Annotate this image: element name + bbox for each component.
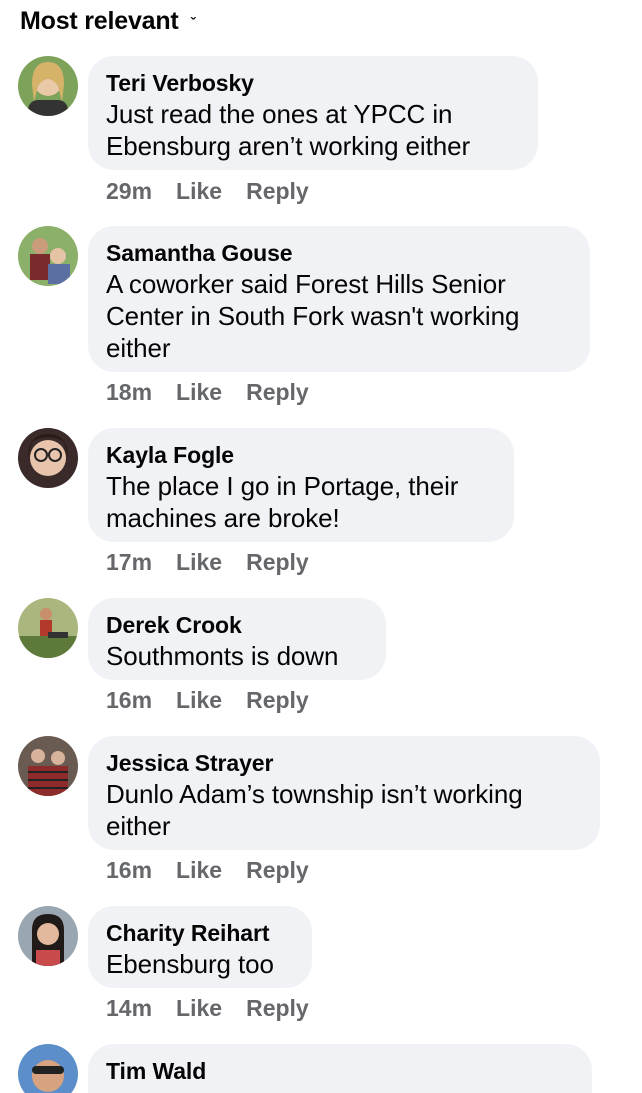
comment-text-line: Ebensburg aren’t working either bbox=[106, 131, 470, 161]
comment-author[interactable]: Tim Wald bbox=[106, 1056, 574, 1086]
reply-button[interactable]: Reply bbox=[246, 549, 309, 576]
avatar[interactable] bbox=[18, 1044, 78, 1093]
reply-button[interactable]: Reply bbox=[246, 995, 309, 1022]
comment-author[interactable]: Teri Verbosky bbox=[106, 68, 520, 98]
comment-text-line: A coworker said Forest Hills Senior bbox=[106, 269, 506, 299]
chevron-down-icon: ˇ bbox=[190, 14, 196, 32]
comment-text-line: Center in South Fork wasn't working bbox=[106, 301, 520, 331]
like-button[interactable]: Like bbox=[176, 379, 222, 406]
like-button[interactable]: Like bbox=[176, 995, 222, 1022]
avatar[interactable] bbox=[18, 428, 78, 488]
comment-text-line: Dunlo Adam’s township isn’t working bbox=[106, 779, 523, 809]
comment-actions: 16m Like Reply bbox=[106, 857, 309, 884]
avatar[interactable] bbox=[18, 56, 78, 116]
comment-author[interactable]: Charity Reihart bbox=[106, 918, 294, 948]
like-button[interactable]: Like bbox=[176, 687, 222, 714]
comment-timestamp[interactable]: 16m bbox=[106, 687, 152, 714]
comment-bubble: Jessica Strayer Dunlo Adam’s township is… bbox=[88, 736, 600, 850]
comment-bubble: Teri Verbosky Just read the ones at YPCC… bbox=[88, 56, 538, 170]
comment-timestamp[interactable]: 17m bbox=[106, 549, 152, 576]
comment-timestamp[interactable]: 16m bbox=[106, 857, 152, 884]
comment-actions: 29m Like Reply bbox=[106, 178, 309, 205]
comment-actions: 17m Like Reply bbox=[106, 549, 309, 576]
comment-bubble: Charity Reihart Ebensburg too bbox=[88, 906, 312, 988]
comment-actions: 18m Like Reply bbox=[106, 379, 309, 406]
avatar[interactable] bbox=[18, 736, 78, 796]
reply-button[interactable]: Reply bbox=[246, 857, 309, 884]
avatar[interactable] bbox=[18, 906, 78, 966]
comment-author[interactable]: Derek Crook bbox=[106, 610, 368, 640]
comment-author[interactable]: Samantha Gouse bbox=[106, 238, 572, 268]
comment-author[interactable]: Kayla Fogle bbox=[106, 440, 496, 470]
reply-button[interactable]: Reply bbox=[246, 178, 309, 205]
comment-text-line: machines are broke! bbox=[106, 503, 340, 533]
like-button[interactable]: Like bbox=[176, 178, 222, 205]
comment-bubble: Tim Wald bbox=[88, 1044, 592, 1093]
comment-timestamp[interactable]: 29m bbox=[106, 178, 152, 205]
comment-actions: 14m Like Reply bbox=[106, 995, 309, 1022]
comment-actions: 16m Like Reply bbox=[106, 687, 309, 714]
comment-timestamp[interactable]: 14m bbox=[106, 995, 152, 1022]
like-button[interactable]: Like bbox=[176, 857, 222, 884]
comment-text-line: Just read the ones at YPCC in bbox=[106, 99, 453, 129]
reply-button[interactable]: Reply bbox=[246, 687, 309, 714]
sort-label: Most relevant bbox=[20, 6, 179, 35]
comment-text-line: either bbox=[106, 811, 171, 841]
comment-text-line: The place I go in Portage, their bbox=[106, 471, 459, 501]
comment-text-line: Southmonts is down bbox=[106, 641, 339, 671]
avatar[interactable] bbox=[18, 226, 78, 286]
comment-text-line: Ebensburg too bbox=[106, 949, 274, 979]
comment-bubble: Derek Crook Southmonts is down bbox=[88, 598, 386, 680]
avatar[interactable] bbox=[18, 598, 78, 658]
sort-dropdown[interactable]: Most relevant ˇ bbox=[20, 4, 196, 38]
comment-bubble: Samantha Gouse A coworker said Forest Hi… bbox=[88, 226, 590, 372]
comment-author[interactable]: Jessica Strayer bbox=[106, 748, 582, 778]
comment-text-line: either bbox=[106, 333, 171, 363]
reply-button[interactable]: Reply bbox=[246, 379, 309, 406]
comment-bubble: Kayla Fogle The place I go in Portage, t… bbox=[88, 428, 514, 542]
comment-timestamp[interactable]: 18m bbox=[106, 379, 152, 406]
like-button[interactable]: Like bbox=[176, 549, 222, 576]
